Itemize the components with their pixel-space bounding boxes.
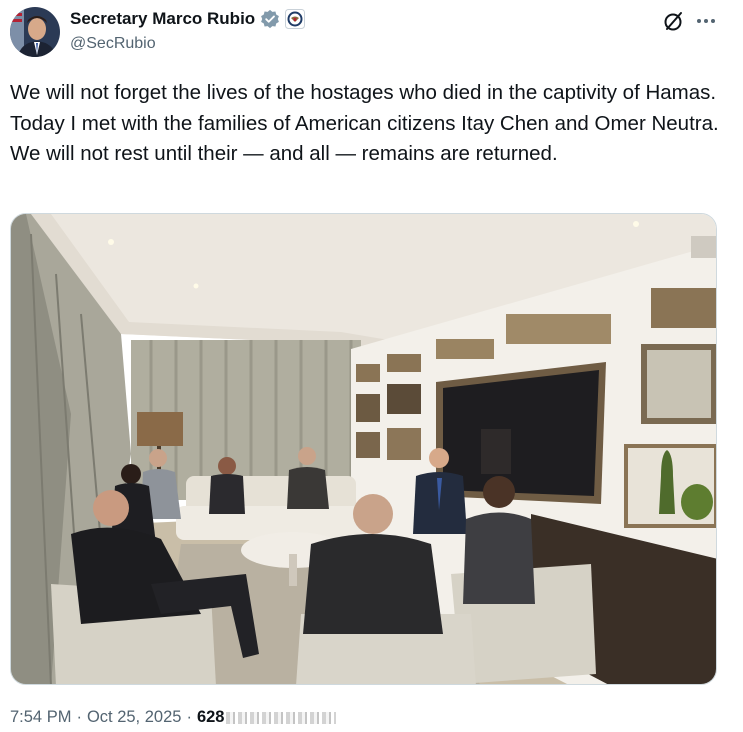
more-icon-dot [697, 19, 701, 23]
author-name-row: Secretary Marco Rubio [70, 9, 306, 29]
more-icon-dot [711, 19, 715, 23]
meta-separator: · [186, 708, 192, 726]
tweet-text: We will not forget the lives of the host… [10, 81, 719, 165]
tweet-time[interactable]: 7:54 PM [10, 708, 71, 727]
more-icon-dot [704, 19, 708, 23]
more-options-button[interactable] [694, 9, 718, 33]
author-display-name[interactable]: Secretary Marco Rubio [70, 9, 255, 29]
verified-badge-icon[interactable] [260, 9, 280, 29]
author-handle[interactable]: @SecRubio [70, 35, 156, 53]
grok-icon[interactable] [662, 9, 686, 33]
tweet-meta: 7:54 PM · Oct 25, 2025 · 628 [10, 708, 337, 727]
obscured-text [226, 711, 337, 724]
view-count[interactable]: 628 [197, 708, 225, 727]
tweet-date[interactable]: Oct 25, 2025 [87, 708, 181, 727]
tweet-photo[interactable] [10, 213, 717, 685]
state-department-seal-icon[interactable] [285, 9, 306, 29]
meta-separator: · [76, 708, 82, 726]
tweet-card: Secretary Marco Rubio @SecRubio We will … [0, 0, 743, 732]
avatar[interactable] [10, 7, 60, 57]
